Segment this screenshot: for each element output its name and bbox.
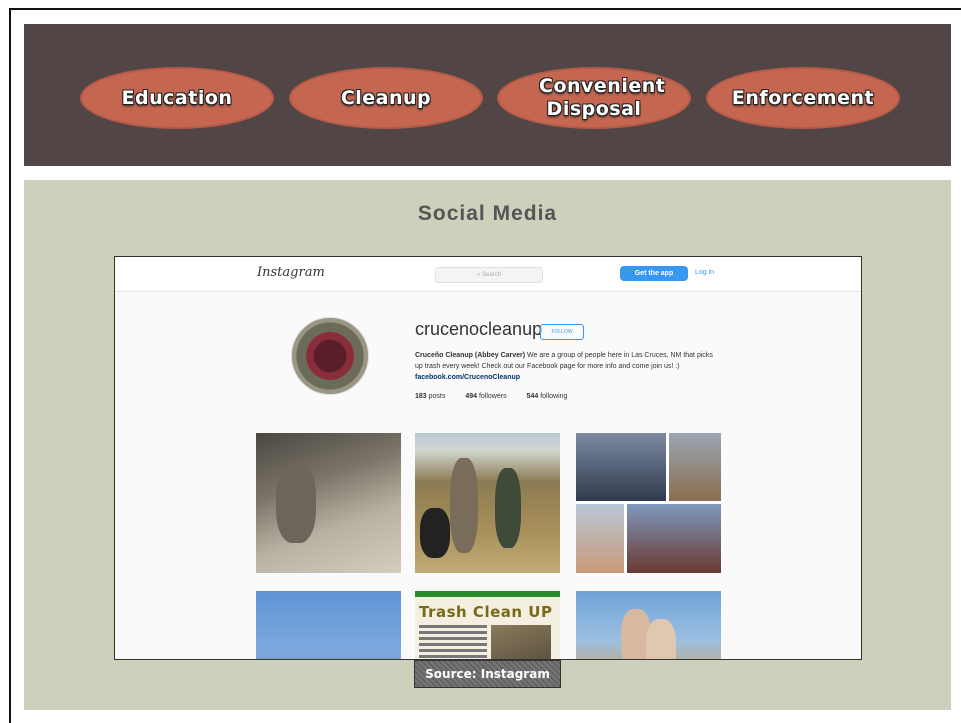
follow-button[interactable]: FOLLOW — [540, 324, 584, 340]
pill-label: Cleanup — [340, 86, 432, 109]
get-app-button[interactable]: Get the app — [620, 266, 688, 281]
search-placeholder: Search — [482, 272, 502, 278]
person-figure — [450, 458, 478, 553]
post-thumbnail[interactable] — [415, 433, 560, 573]
content-panel: Social Media Instagram ⌕ Search Get the … — [24, 180, 951, 710]
profile-stats: 183 posts 494 followers 544 following — [415, 393, 585, 400]
posts-count: 183 — [415, 393, 427, 400]
collage-photo — [627, 504, 721, 573]
posts-stat[interactable]: 183 posts — [415, 393, 445, 400]
followers-stat[interactable]: 494 followers — [465, 393, 506, 400]
section-title: Social Media — [417, 202, 558, 225]
post-thumbnail[interactable] — [256, 591, 401, 659]
source-caption: Source: Instagram — [414, 660, 561, 688]
following-label: following — [540, 393, 568, 400]
flyer-text-lines — [419, 625, 487, 659]
pill-label: Convenient Disposal — [539, 75, 666, 120]
profile-avatar[interactable] — [291, 317, 369, 395]
person-figure — [276, 463, 316, 543]
instagram-screenshot: Instagram ⌕ Search Get the app Log in cr… — [114, 256, 862, 660]
followers-count: 494 — [465, 393, 478, 400]
pill-convenient-disposal: Convenient Disposal — [497, 67, 691, 129]
followers-label: followers — [478, 393, 507, 400]
post-thumbnail[interactable] — [576, 591, 721, 659]
bio-name: Cruceño Cleanup (Abbey Carver) — [415, 352, 526, 359]
slide-frame-left — [9, 8, 11, 723]
trash-cleanup-flyer-title: Trash Clean UP — [419, 603, 553, 621]
following-stat[interactable]: 544 following — [527, 393, 568, 400]
bio-link[interactable]: facebook.com/CrucenoCleanup — [415, 374, 520, 381]
pill-education: Education — [80, 67, 274, 129]
pill-label: Enforcement — [731, 86, 875, 109]
search-input[interactable]: ⌕ Search — [435, 267, 543, 283]
header-banner: Education Cleanup Convenient Disposal En… — [24, 24, 951, 166]
person-figure — [646, 619, 676, 659]
profile-username: crucenocleanup — [415, 319, 543, 339]
pill-enforcement: Enforcement — [706, 67, 900, 129]
collage-photo — [576, 504, 624, 573]
pill-cleanup: Cleanup — [289, 67, 483, 129]
collage-photo — [669, 433, 721, 501]
post-thumbnail[interactable]: Trash Clean UP — [415, 591, 560, 659]
login-link[interactable]: Log in — [695, 269, 714, 276]
following-count: 544 — [526, 393, 539, 400]
post-thumbnail[interactable] — [256, 433, 401, 573]
flyer-photo — [491, 625, 551, 659]
person-figure — [495, 468, 521, 548]
slide-frame-top — [9, 8, 961, 10]
collage-photo — [576, 433, 666, 501]
trash-bag — [420, 508, 450, 558]
post-thumbnail[interactable] — [576, 433, 721, 573]
instagram-top-bar: Instagram ⌕ Search Get the app Log in — [115, 257, 861, 292]
instagram-logo[interactable]: Instagram — [257, 265, 325, 280]
pill-label: Education — [121, 86, 233, 109]
posts-label: posts — [428, 393, 446, 400]
profile-bio: Cruceño Cleanup (Abbey Carver) We are a … — [415, 350, 715, 383]
